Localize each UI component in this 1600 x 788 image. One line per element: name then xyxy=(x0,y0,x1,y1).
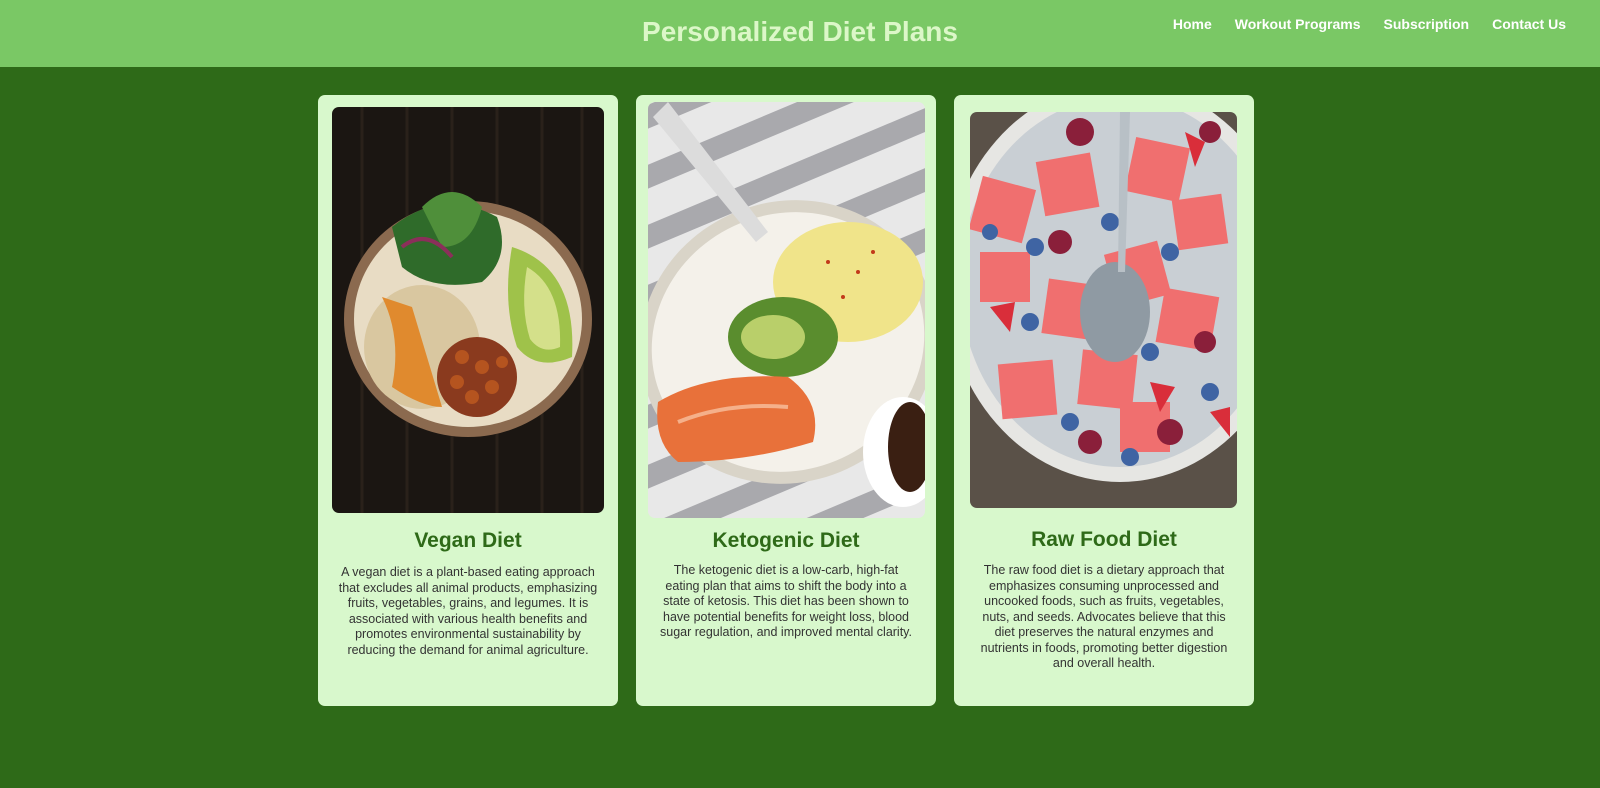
keto-plate-photo xyxy=(648,102,925,518)
diet-card-ketogenic: Ketogenic Diet The ketogenic diet is a l… xyxy=(636,95,936,706)
site-header: Personalized Diet Plans Home Workout Pro… xyxy=(0,0,1600,67)
main-nav: Home Workout Programs Subscription Conta… xyxy=(1173,16,1566,32)
card-title: Ketogenic Diet xyxy=(712,529,860,552)
nav-subscription-link[interactable]: Subscription xyxy=(1384,16,1470,32)
nav-home-link[interactable]: Home xyxy=(1173,16,1212,32)
nav-contact-us-link[interactable]: Contact Us xyxy=(1492,16,1566,32)
diet-card-raw-food: Raw Food Diet The raw food diet is a die… xyxy=(954,95,1254,706)
card-title: Raw Food Diet xyxy=(1031,528,1177,551)
card-description: A vegan diet is a plant-based eating app… xyxy=(338,565,598,657)
card-title: Vegan Diet xyxy=(414,529,522,552)
fruit-bowl-photo xyxy=(970,112,1237,508)
vegan-bowl-photo xyxy=(332,107,604,513)
card-description: The raw food diet is a dietary approach … xyxy=(980,563,1228,670)
card-description: The ketogenic diet is a low-carb, high-f… xyxy=(660,563,912,639)
diet-card-vegan: Vegan Diet A vegan diet is a plant-based… xyxy=(318,95,618,706)
nav-workout-programs-link[interactable]: Workout Programs xyxy=(1235,16,1361,32)
